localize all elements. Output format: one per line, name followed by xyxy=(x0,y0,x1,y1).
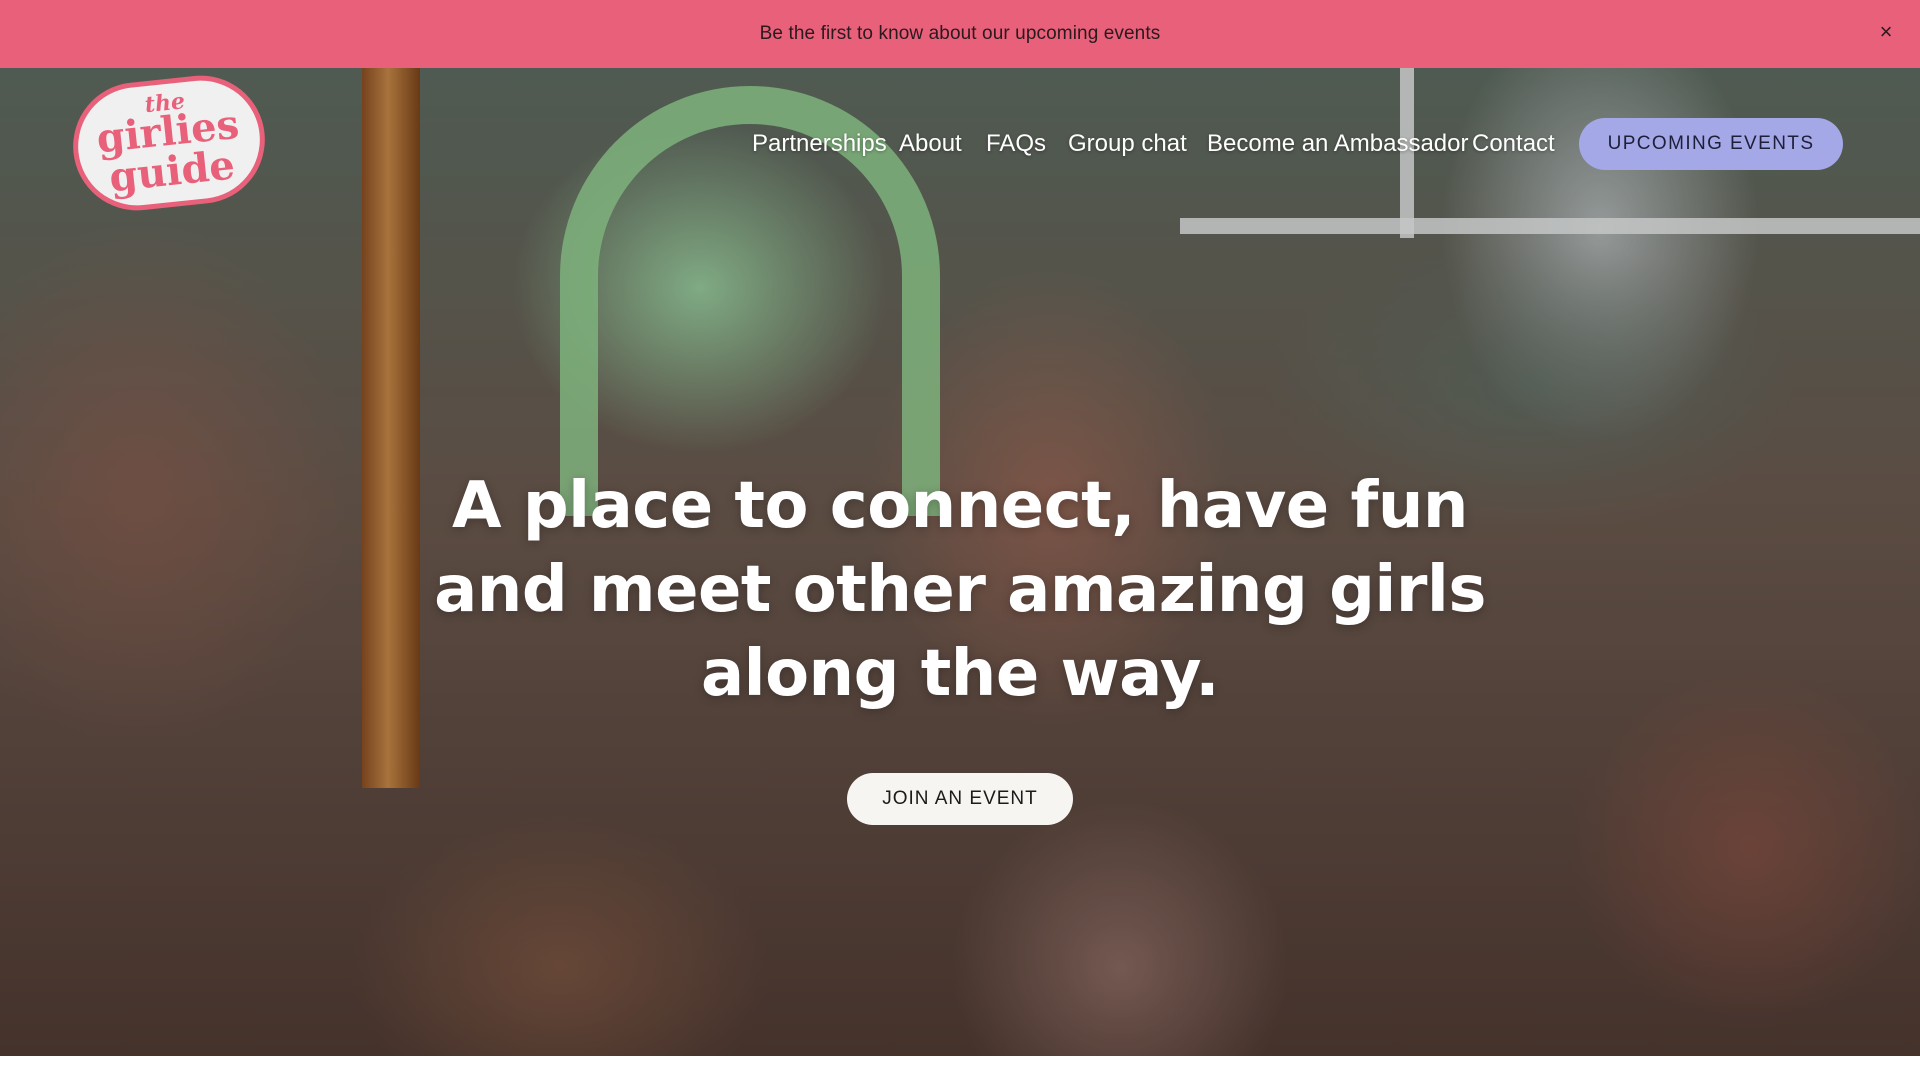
hero-headline: A place to connect, have fun and meet ot… xyxy=(360,464,1560,716)
nav-item-become-ambassador[interactable]: Become an Ambassador xyxy=(1207,130,1468,158)
hero-headline-line-3: along the way. xyxy=(700,637,1220,711)
announcement-text[interactable]: Be the first to know about our upcoming … xyxy=(760,23,1161,45)
hero-headline-line-1: A place to connect, have fun xyxy=(452,469,1468,543)
hero-headline-line-2: and meet other amazing girls xyxy=(434,553,1486,627)
nav-item-partnerships[interactable]: Partnerships xyxy=(752,130,887,158)
announcement-bar: Be the first to know about our upcoming … xyxy=(0,0,1920,68)
close-icon[interactable]: × xyxy=(1870,16,1902,48)
nav-item-contact[interactable]: Contact xyxy=(1472,130,1555,158)
nav-item-faqs[interactable]: FAQs xyxy=(986,130,1046,158)
nav-item-about[interactable]: About xyxy=(899,130,962,158)
upcoming-events-button[interactable]: UPCOMING EVENTS xyxy=(1579,118,1843,170)
main-nav: Partnerships About FAQs Group chat Becom… xyxy=(0,118,1920,170)
nav-item-group-chat[interactable]: Group chat xyxy=(1068,130,1187,158)
join-event-button[interactable]: JOIN AN EVENT xyxy=(847,773,1073,825)
